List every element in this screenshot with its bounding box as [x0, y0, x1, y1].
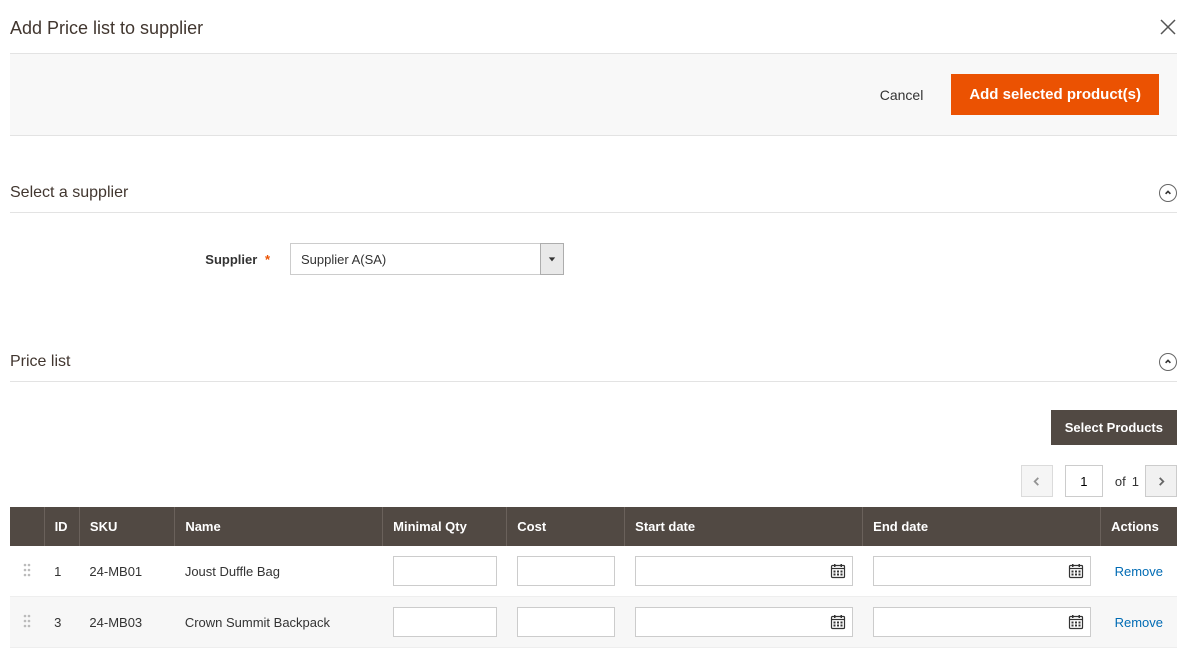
col-header-sku[interactable]: SKU — [79, 507, 174, 546]
collapse-toggle-supplier[interactable] — [1159, 184, 1177, 202]
end-date-field[interactable] — [873, 607, 1091, 637]
min-qty-input[interactable] — [393, 607, 497, 637]
price-list-table: ID SKU Name Minimal Qty Cost Start date … — [10, 507, 1177, 648]
pager-next-button[interactable] — [1145, 465, 1177, 497]
modal-title: Add Price list to supplier — [10, 18, 203, 39]
section-title-pricelist: Price list — [10, 353, 70, 371]
pager-prev-button[interactable] — [1021, 465, 1053, 497]
cost-input[interactable] — [517, 556, 615, 586]
supplier-label: Supplier * — [10, 252, 290, 267]
col-header-id[interactable]: ID — [44, 507, 79, 546]
start-date-input[interactable] — [636, 557, 824, 585]
col-header-startdate[interactable]: Start date — [625, 507, 863, 546]
col-header-minqty[interactable]: Minimal Qty — [383, 507, 507, 546]
end-date-input[interactable] — [874, 608, 1062, 636]
min-qty-input[interactable] — [393, 556, 497, 586]
start-date-input[interactable] — [636, 608, 824, 636]
col-header-drag — [10, 507, 44, 546]
cell-name: Crown Summit Backpack — [175, 597, 383, 648]
drag-handle-icon[interactable] — [22, 562, 32, 581]
calendar-icon[interactable] — [824, 563, 852, 579]
remove-link[interactable]: Remove — [1115, 615, 1163, 630]
cost-input[interactable] — [517, 607, 615, 637]
drag-handle-icon[interactable] — [22, 613, 32, 632]
pager-total: 1 — [1132, 474, 1139, 489]
add-selected-products-button[interactable]: Add selected product(s) — [951, 74, 1159, 115]
calendar-icon[interactable] — [1062, 563, 1090, 579]
col-header-actions: Actions — [1101, 507, 1177, 546]
start-date-field[interactable] — [635, 607, 853, 637]
cell-name: Joust Duffle Bag — [175, 546, 383, 597]
section-title-supplier: Select a supplier — [10, 184, 128, 202]
start-date-field[interactable] — [635, 556, 853, 586]
cell-id: 3 — [44, 597, 79, 648]
cell-sku: 24-MB03 — [79, 597, 174, 648]
select-products-button[interactable]: Select Products — [1051, 410, 1177, 445]
col-header-name[interactable]: Name — [175, 507, 383, 546]
calendar-icon[interactable] — [824, 614, 852, 630]
col-header-enddate[interactable]: End date — [863, 507, 1101, 546]
chevron-down-icon[interactable] — [540, 243, 564, 275]
table-row: 3 24-MB03 Crown Summit Backpack Remove — [10, 597, 1177, 648]
close-icon[interactable] — [1159, 18, 1177, 39]
action-bar: Cancel Add selected product(s) — [10, 53, 1177, 136]
cell-id: 1 — [44, 546, 79, 597]
cell-sku: 24-MB01 — [79, 546, 174, 597]
pager-page-input[interactable] — [1065, 465, 1103, 497]
remove-link[interactable]: Remove — [1115, 564, 1163, 579]
supplier-label-text: Supplier — [205, 252, 257, 267]
cancel-button[interactable]: Cancel — [880, 87, 924, 103]
collapse-toggle-pricelist[interactable] — [1159, 353, 1177, 371]
supplier-select[interactable] — [290, 243, 564, 275]
required-star: * — [265, 252, 270, 267]
pager-of-label: of — [1115, 474, 1126, 489]
col-header-cost[interactable]: Cost — [507, 507, 625, 546]
table-row: 1 24-MB01 Joust Duffle Bag Remove — [10, 546, 1177, 597]
supplier-select-input[interactable] — [290, 243, 540, 275]
calendar-icon[interactable] — [1062, 614, 1090, 630]
end-date-input[interactable] — [874, 557, 1062, 585]
end-date-field[interactable] — [873, 556, 1091, 586]
